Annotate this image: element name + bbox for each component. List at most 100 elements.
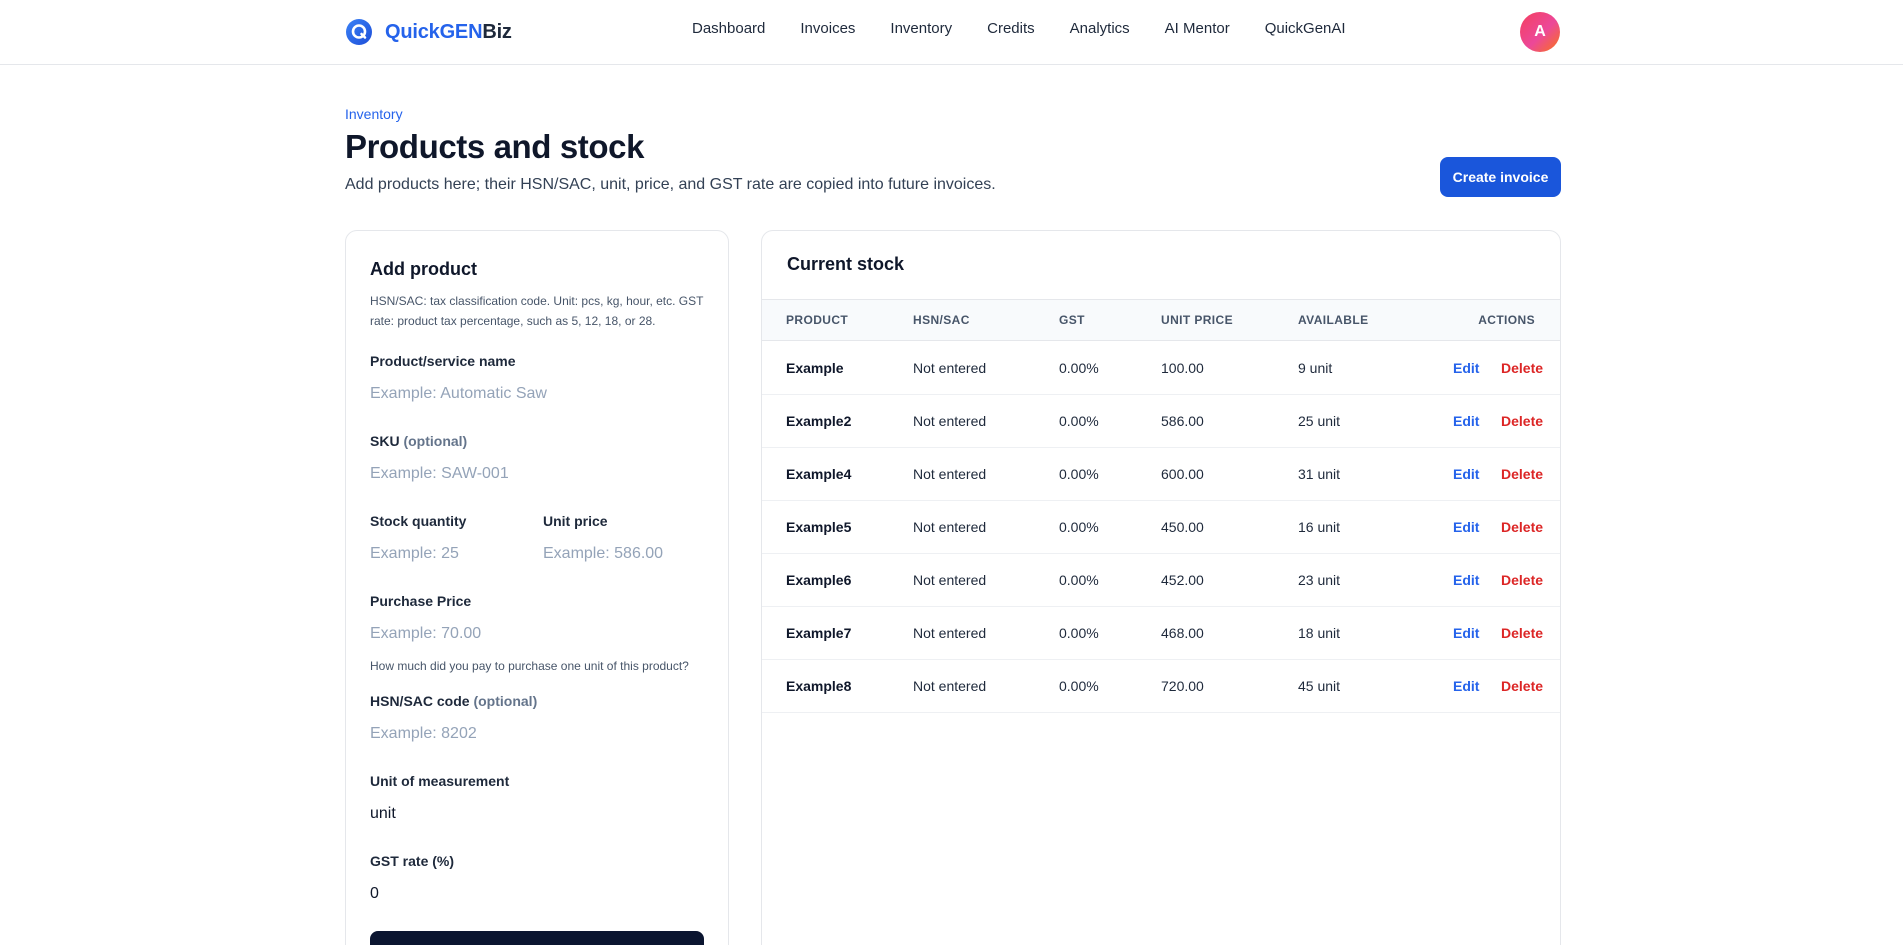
cell-hsn: Not entered <box>913 519 987 535</box>
delete-button[interactable]: Delete <box>1501 466 1543 482</box>
col-available: AVAILABLE <box>1298 313 1369 327</box>
cell-gst: 0.00% <box>1059 572 1099 588</box>
table-row: Example8 Not entered 0.00% 720.00 45 unit Edi… <box>762 660 1560 713</box>
delete-button[interactable]: Delete <box>1501 519 1543 535</box>
breadcrumb[interactable]: Inventory <box>345 106 403 122</box>
brand-name-part2: Biz <box>482 20 512 43</box>
unit-label: Unit of measurement <box>370 773 510 789</box>
col-gst: GST <box>1059 313 1085 327</box>
purchase-price-hint: How much did you pay to purchase one uni… <box>370 659 689 673</box>
cell-gst: 0.00% <box>1059 360 1099 376</box>
cell-unit-price: 452.00 <box>1161 572 1204 588</box>
delete-button[interactable]: Delete <box>1501 360 1543 376</box>
cell-hsn: Not entered <box>913 360 987 376</box>
nav-ai-mentor[interactable]: AI Mentor <box>1165 20 1230 37</box>
unit-price-input[interactable] <box>531 536 704 572</box>
current-stock-card: Current stock PRODUCT HSN/SAC GST UNIT P… <box>761 230 1561 945</box>
sku-input[interactable] <box>358 456 704 492</box>
col-hsn: HSN/SAC <box>913 313 970 327</box>
create-invoice-button[interactable]: Create invoice <box>1440 157 1561 197</box>
nav-invoices[interactable]: Invoices <box>800 20 855 37</box>
delete-button[interactable]: Delete <box>1501 678 1543 694</box>
cell-product: Example <box>786 360 844 376</box>
cell-gst: 0.00% <box>1059 519 1099 535</box>
edit-button[interactable]: Edit <box>1453 466 1479 482</box>
cell-available: 25 unit <box>1298 413 1341 429</box>
save-product-button[interactable] <box>370 931 704 945</box>
gst-rate-input[interactable] <box>358 876 704 912</box>
nav-quickgenai[interactable]: QuickGenAI <box>1265 20 1346 37</box>
cell-hsn: Not entered <box>913 466 987 482</box>
edit-button[interactable]: Edit <box>1453 413 1479 429</box>
cell-unit-price: 100.00 <box>1161 360 1204 376</box>
brand-name: QuickGENBiz <box>385 21 512 44</box>
cell-hsn: Not entered <box>913 678 987 694</box>
brand-name-part1: QuickGEN <box>385 20 483 43</box>
stock-table-header: PRODUCT HSN/SAC GST UNIT PRICE AVAILABLE… <box>762 299 1560 341</box>
nav-dashboard[interactable]: Dashboard <box>692 20 765 37</box>
hsn-input[interactable] <box>358 716 704 752</box>
add-product-card: Add product HSN/SAC: tax classification … <box>345 230 729 945</box>
edit-button[interactable]: Edit <box>1453 572 1479 588</box>
unit-input[interactable] <box>358 796 704 832</box>
cell-unit-price: 600.00 <box>1161 466 1204 482</box>
cell-unit-price: 450.00 <box>1161 519 1204 535</box>
purchase-price-input[interactable] <box>358 616 704 652</box>
add-product-help: HSN/SAC: tax classification code. Unit: … <box>370 294 704 328</box>
cell-available: 23 unit <box>1298 572 1341 588</box>
cell-available: 31 unit <box>1298 466 1341 482</box>
sku-label: SKU (optional) <box>370 433 467 449</box>
delete-button[interactable]: Delete <box>1501 625 1543 641</box>
top-navbar: QuickGENBiz Dashboard Invoices Inventory Cr… <box>0 0 1903 65</box>
cell-product: Example8 <box>786 678 852 694</box>
cell-product: Example5 <box>786 519 852 535</box>
table-row: Example Not entered 0.00% 100.00 9 unit Edit D… <box>762 342 1560 395</box>
unit-price-label: Unit price <box>543 513 608 529</box>
brand-logo[interactable]: QuickGENBiz <box>345 17 512 47</box>
nav-analytics[interactable]: Analytics <box>1070 20 1130 37</box>
table-row: Example2 Not entered 0.00% 586.00 25 unit Edi… <box>762 395 1560 448</box>
edit-button[interactable]: Edit <box>1453 360 1479 376</box>
stock-quantity-label: Stock quantity <box>370 513 467 529</box>
cell-available: 9 unit <box>1298 360 1333 376</box>
product-name-input[interactable] <box>358 376 704 412</box>
edit-button[interactable]: Edit <box>1453 519 1479 535</box>
table-row: Example6 Not entered 0.00% 452.00 23 unit Edi… <box>762 554 1560 607</box>
hsn-label-text: HSN/SAC code <box>370 693 470 709</box>
add-product-title: Add product <box>370 259 477 279</box>
cell-gst: 0.00% <box>1059 625 1099 641</box>
cell-gst: 0.00% <box>1059 413 1099 429</box>
purchase-price-label: Purchase Price <box>370 593 472 609</box>
avatar[interactable]: A <box>1520 12 1560 52</box>
cell-product: Example6 <box>786 572 852 588</box>
cell-product: Example4 <box>786 466 852 482</box>
edit-button[interactable]: Edit <box>1453 625 1479 641</box>
hsn-optional-tag: (optional) <box>473 693 538 709</box>
cell-hsn: Not entered <box>913 413 987 429</box>
cell-hsn: Not entered <box>913 625 987 641</box>
cell-unit-price: 468.00 <box>1161 625 1204 641</box>
table-row: Example5 Not entered 0.00% 450.00 16 unit Edi… <box>762 501 1560 554</box>
delete-button[interactable]: Delete <box>1501 413 1543 429</box>
cell-product: Example7 <box>786 625 852 641</box>
col-product: PRODUCT <box>786 313 849 327</box>
edit-button[interactable]: Edit <box>1453 678 1479 694</box>
stock-quantity-input[interactable] <box>358 536 518 572</box>
table-row: Example7 Not entered 0.00% 468.00 18 unit Edi… <box>762 607 1560 660</box>
col-unit-price: UNIT PRICE <box>1161 313 1234 327</box>
cell-available: 45 unit <box>1298 678 1341 694</box>
sku-optional-tag: (optional) <box>403 433 468 449</box>
page-title: Products and stock <box>345 128 645 165</box>
cell-unit-price: 586.00 <box>1161 413 1204 429</box>
cell-gst: 0.00% <box>1059 678 1099 694</box>
name-label: Product/service name <box>370 353 516 369</box>
cell-available: 18 unit <box>1298 625 1341 641</box>
sku-label-text: SKU <box>370 433 400 449</box>
cell-gst: 0.00% <box>1059 466 1099 482</box>
page-subtitle: Add products here; their HSN/SAC, unit, … <box>345 176 996 193</box>
nav-inventory[interactable]: Inventory <box>890 20 952 37</box>
cell-product: Example2 <box>786 413 852 429</box>
delete-button[interactable]: Delete <box>1501 572 1543 588</box>
cell-hsn: Not entered <box>913 572 987 588</box>
nav-credits[interactable]: Credits <box>987 20 1035 37</box>
